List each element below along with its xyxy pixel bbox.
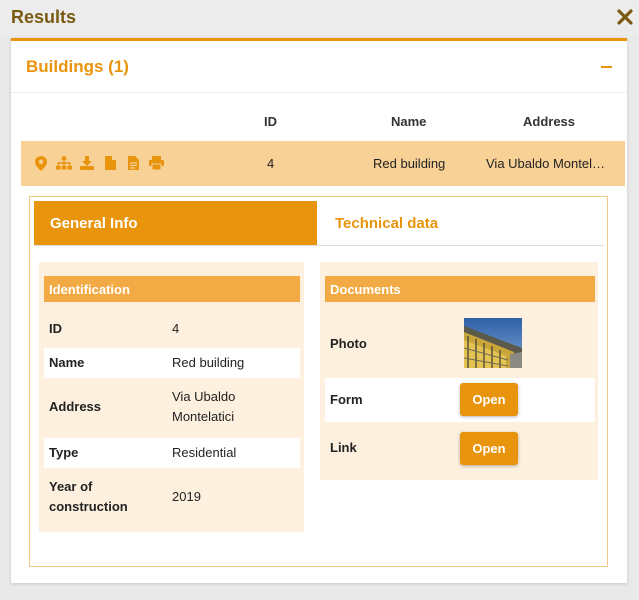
identification-card: Identification ID 4 Name Red building Ad… <box>39 262 304 532</box>
detail-tabs: General Info Technical data <box>34 201 604 246</box>
field-label: Name <box>49 355 85 370</box>
field-value: 4 <box>172 321 180 336</box>
results-title: Results <box>11 7 77 27</box>
close-button[interactable] <box>614 6 636 28</box>
buildings-panel: Buildings (1) ID Name Address 4 Red buil… <box>11 38 627 583</box>
row-id: 4 <box>267 156 275 171</box>
field-value: Residential <box>172 445 237 460</box>
download-icon[interactable] <box>79 155 95 171</box>
link-open-button[interactable]: Open <box>460 432 518 465</box>
column-header-id[interactable]: ID <box>264 114 277 129</box>
minus-icon <box>600 66 612 68</box>
document-text-icon[interactable] <box>125 155 141 171</box>
field-value: 2019 <box>172 489 201 504</box>
field-label: Address <box>49 399 102 414</box>
row-name: Red building <box>373 156 446 171</box>
column-header-name[interactable]: Name <box>391 114 426 129</box>
row-actions <box>33 155 164 171</box>
field-value: Montelatici <box>172 409 235 424</box>
buildings-section-title: Buildings (1) <box>26 57 129 76</box>
field-value: Via Ubaldo <box>172 389 236 404</box>
building-photo-thumbnail[interactable] <box>464 318 522 368</box>
tab-general-info[interactable]: General Info <box>34 201 317 245</box>
field-label: ID <box>49 321 62 336</box>
form-label: Form <box>330 392 363 407</box>
hierarchy-icon[interactable] <box>56 155 72 171</box>
field-label: Type <box>49 445 79 460</box>
field-label: Year of <box>49 479 93 494</box>
row-detail-panel: General Info Technical data Identificati… <box>29 196 608 567</box>
tab-technical-data[interactable]: Technical data <box>319 201 604 245</box>
documents-card: Documents Photo Form Open Link Open <box>320 262 598 480</box>
collapse-button[interactable] <box>598 57 614 77</box>
field-id: ID 4 <box>44 314 300 344</box>
field-type: Type Residential <box>44 438 300 468</box>
document-icon[interactable] <box>102 155 118 171</box>
link-label: Link <box>330 440 357 455</box>
photo-label: Photo <box>330 336 367 351</box>
field-address: Address Via Ubaldo Montelatici <box>44 380 300 434</box>
field-value: Red building <box>172 355 245 370</box>
documents-title: Documents <box>325 276 595 302</box>
results-header: Results <box>0 0 639 36</box>
print-icon[interactable] <box>148 155 164 171</box>
buildings-section-header[interactable]: Buildings (1) <box>11 41 627 93</box>
table-row[interactable]: 4 Red building Via Ubaldo Montel… <box>21 141 625 186</box>
row-address: Via Ubaldo Montel… <box>486 156 605 171</box>
field-name: Name Red building <box>44 348 300 378</box>
close-icon <box>617 9 633 25</box>
identification-title: Identification <box>44 276 300 302</box>
building-photo-image <box>464 318 522 368</box>
location-pin-icon[interactable] <box>33 155 49 171</box>
field-year-of-construction: Year of construction 2019 <box>44 470 300 526</box>
column-header-address[interactable]: Address <box>523 114 575 129</box>
document-photo: Photo <box>325 314 595 374</box>
field-label: construction <box>49 499 128 514</box>
form-open-button[interactable]: Open <box>460 383 518 416</box>
